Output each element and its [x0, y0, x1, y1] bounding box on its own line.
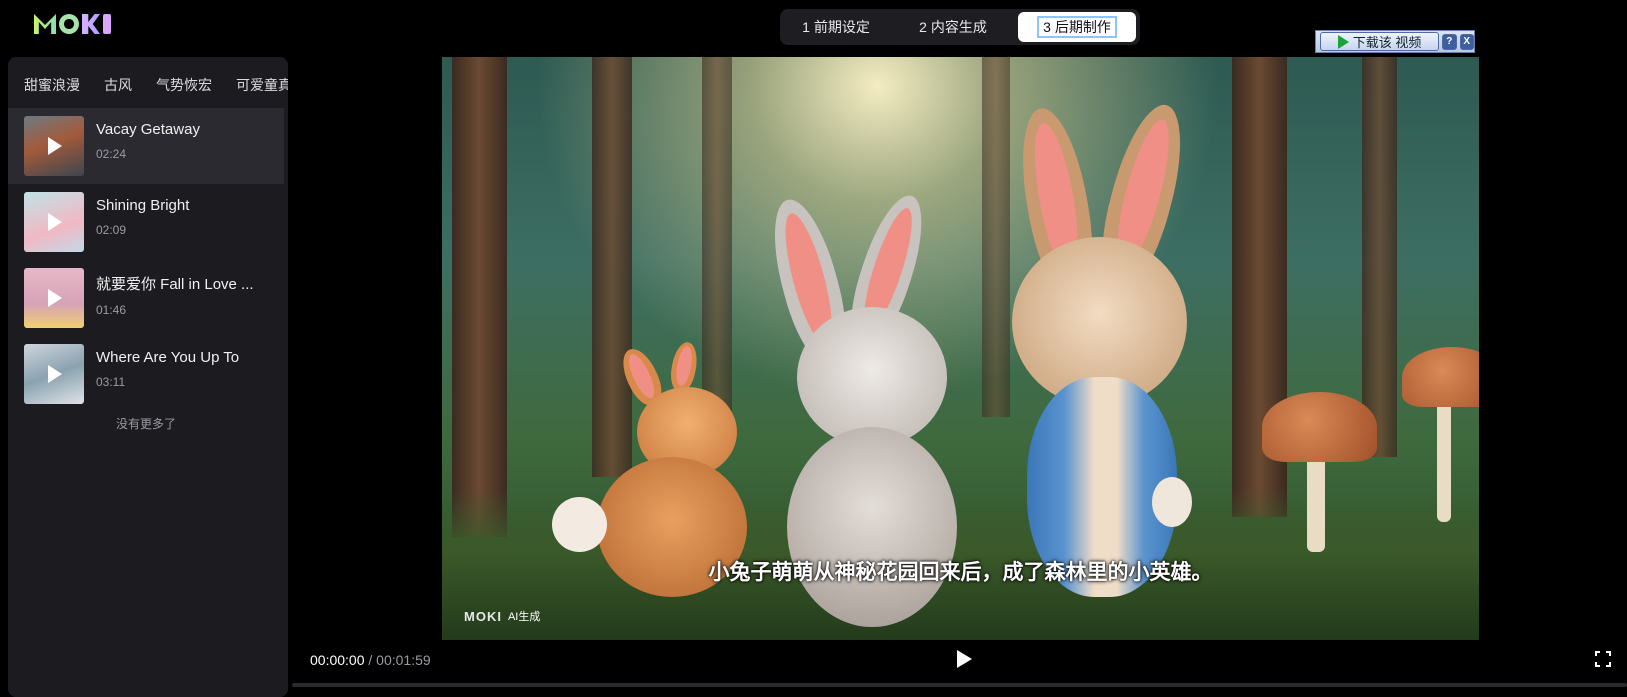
ai-watermark: MOKI AI生成 [464, 608, 540, 624]
logo-letter-i [103, 14, 111, 34]
current-time: 00:00:00 [310, 652, 365, 668]
mushroom [1437, 392, 1451, 522]
logo-letter-m [34, 14, 56, 34]
track-cover [24, 268, 84, 328]
track-item[interactable]: Where Are You Up To 03:11 [8, 336, 284, 412]
track-duration: 02:24 [96, 147, 127, 161]
download-video-widget: 下载该 视频 ? X [1315, 30, 1475, 53]
track-cover [24, 192, 84, 252]
tree-trunk [592, 57, 632, 477]
tab-ancient-style[interactable]: 古风 [104, 75, 132, 95]
track-duration: 03:11 [96, 375, 126, 389]
tab-sweet-romantic[interactable]: 甜蜜浪漫 [24, 75, 80, 95]
play-icon[interactable] [48, 365, 62, 383]
tree-trunk [1362, 57, 1397, 457]
track-title: Shining Bright [96, 197, 190, 214]
tree-trunk [982, 57, 1010, 417]
video-preview[interactable]: 小兔子萌萌从神秘花园回来后，成了森林里的小英雄。 MOKI AI生成 [442, 57, 1479, 640]
bunny-tail [1152, 477, 1192, 527]
moki-logo[interactable] [34, 14, 111, 34]
step-post-production[interactable]: 3 后期制作 [1018, 12, 1136, 42]
play-icon[interactable] [48, 213, 62, 231]
progress-bar[interactable] [292, 683, 1627, 687]
track-title: 就要爱你 Fall in Love ... [96, 276, 254, 293]
logo-letter-k [82, 14, 100, 34]
music-sidebar: 甜蜜浪漫 古风 气势恢宏 可爱童真 Vacay Getaway 02:24 Sh… [8, 57, 288, 697]
mushroom [1402, 347, 1479, 407]
mushroom [1262, 392, 1377, 462]
play-icon[interactable] [48, 289, 62, 307]
bunny-body [787, 427, 957, 627]
track-duration: 02:09 [96, 223, 127, 237]
player-controls: 00:00:00 / 00:01:59 [0, 640, 1627, 687]
step-pre-setup[interactable]: 1 前期设定 [780, 12, 892, 42]
watermark-logo: MOKI [464, 608, 502, 624]
music-category-tabs: 甜蜜浪漫 古风 气势恢宏 可爱童真 [8, 57, 288, 95]
tab-majestic[interactable]: 气势恢宏 [156, 75, 212, 95]
play-button[interactable] [957, 650, 972, 668]
total-time: 00:01:59 [376, 652, 431, 668]
step-content-generation[interactable]: 2 内容生成 [892, 12, 1014, 42]
time-separator: / [364, 652, 377, 668]
track-item[interactable]: Vacay Getaway 02:24 [8, 108, 284, 184]
watermark-text: AI生成 [507, 611, 541, 623]
close-icon[interactable]: X [1459, 33, 1474, 50]
tree-trunk [702, 57, 732, 437]
video-subtitle: 小兔子萌萌从神秘花园回来后，成了森林里的小英雄。 [708, 561, 1213, 584]
download-video-label: 下载该 视频 [1352, 35, 1422, 50]
fullscreen-icon[interactable] [1595, 651, 1611, 667]
step-tabs: 1 前期设定 2 内容生成 3 后期制作 [780, 9, 1140, 45]
bunny-ear [667, 340, 701, 394]
download-video-button[interactable]: 下载该 视频 [1320, 32, 1440, 51]
track-title: Where Are You Up To [96, 349, 240, 366]
play-icon [1337, 34, 1349, 49]
track-item[interactable]: 就要爱你 Fall in Love ... 01:46 [8, 260, 284, 336]
tab-cute-childlike[interactable]: 可爱童真 [236, 75, 288, 95]
track-cover [24, 344, 84, 404]
no-more-text: 没有更多了 [115, 417, 176, 431]
bunny-head [797, 307, 947, 447]
track-duration: 01:46 [96, 303, 127, 317]
logo-letter-o [59, 14, 79, 34]
track-title: Vacay Getaway [96, 121, 200, 138]
tree-trunk [452, 57, 507, 537]
step-post-production-label: 3 后期制作 [1037, 16, 1117, 38]
help-icon[interactable]: ? [1442, 33, 1457, 50]
track-cover [24, 116, 84, 176]
bunny-tail [552, 497, 607, 552]
play-icon[interactable] [48, 137, 62, 155]
playback-time: 00:00:00 / 00:01:59 [310, 652, 431, 668]
track-item[interactable]: Shining Bright 02:09 [8, 184, 284, 260]
